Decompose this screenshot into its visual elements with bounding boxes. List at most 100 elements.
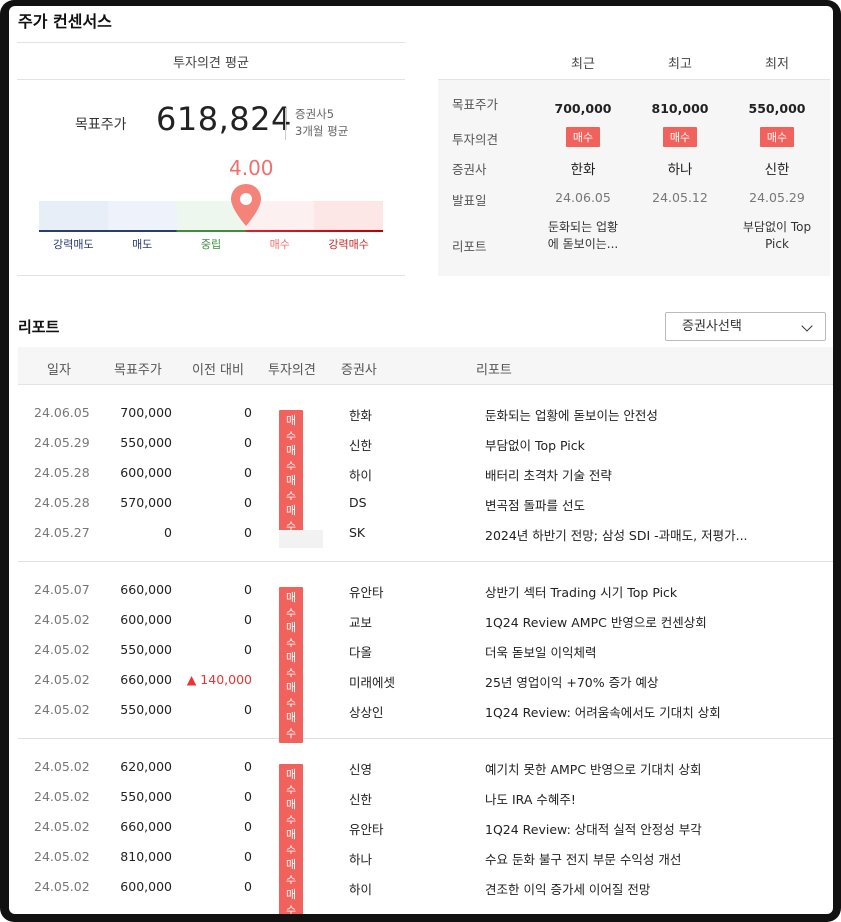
divider <box>17 275 405 276</box>
row-broker: 신한 <box>349 438 373 453</box>
row-broker: 한화 <box>349 408 373 423</box>
row-report-link[interactable]: 더욱 돋보일 이익체력 <box>485 642 596 661</box>
row-date: 24.05.02 <box>34 702 90 717</box>
col-low: 최저 <box>765 57 789 72</box>
row-report-link[interactable]: 25년 영업이익 +70% 증가 예상 <box>485 672 659 691</box>
row-target-price: 660,000 <box>120 672 172 687</box>
row-diff: 0 <box>244 612 252 627</box>
row-label-broker: 증권사 <box>452 162 487 177</box>
broker-select[interactable]: 증권사선택 <box>665 312 826 341</box>
gauge-label: 매도 <box>132 238 153 251</box>
target-price-label: 목표주가 <box>75 117 127 133</box>
table-row[interactable]: 24.05.07 660,000 0 매수 유안타 상반기 섹터 Trading 시기 T… <box>18 575 833 623</box>
group-divider <box>18 738 833 739</box>
table-row[interactable]: 24.05.02 810,000 0 매수 하나 수요 둔화 불구 전지 부문 수익성 개… <box>18 842 833 890</box>
row-report-link[interactable]: 배터리 초격차 기술 전략 <box>485 465 612 484</box>
row-diff: 0 <box>244 879 252 894</box>
row-broker: 신영 <box>349 762 373 777</box>
low-broker: 신한 <box>764 162 790 178</box>
table-row[interactable]: 24.05.28 600,000 0 매수 하이 배터리 초격차 기술 전략 <box>18 458 833 506</box>
table-row[interactable]: 24.05.02 550,000 0 매수 신한 나도 IRA 수혜주! <box>18 782 833 830</box>
row-date: 24.05.02 <box>34 642 90 657</box>
row-date: 24.05.02 <box>34 849 90 864</box>
row-broker: 하이 <box>349 468 373 483</box>
row-diff: 0 <box>244 582 252 597</box>
row-broker: 신한 <box>349 792 373 807</box>
recent-opinion-badge: 매수 <box>565 127 601 147</box>
table-row[interactable]: 24.05.02 600,000 0 매수 하이 견조한 이익 증가세 이어질 전망 <box>18 872 833 914</box>
row-date: 24.05.02 <box>34 612 90 627</box>
row-date: 24.05.28 <box>34 465 90 480</box>
high-date: 24.05.12 <box>652 190 708 205</box>
table-row[interactable]: 24.05.02 660,000 0 매수 유안타 1Q24 Review: 상대적 실적… <box>18 812 833 860</box>
th-report: 리포트 <box>476 363 512 378</box>
row-report-link[interactable]: 부담없이 Top Pick <box>485 435 585 454</box>
row-diff: ▲ 140,000 <box>186 672 252 687</box>
row-report-link[interactable]: 1Q24 Review: 상대적 실적 안정성 부각 <box>485 819 702 838</box>
divider <box>285 108 286 140</box>
row-broker: 미래에셋 <box>349 675 396 690</box>
row-diff: 0 <box>244 819 252 834</box>
col-high: 최고 <box>668 57 692 72</box>
table-row[interactable]: 24.05.29 550,000 0 매수 신한 부담없이 Top Pick <box>18 428 833 476</box>
row-broker: DS <box>349 495 367 510</box>
row-date: 24.05.02 <box>34 789 90 804</box>
recent-report-link[interactable]: 둔화되는 업황 에 돋보이는... <box>533 219 633 253</box>
row-report-link[interactable]: 변곡점 돌파를 선도 <box>485 495 585 514</box>
high-target: 810,000 <box>651 101 709 116</box>
broker-select-label: 증권사선택 <box>682 319 742 334</box>
row-target-price: 600,000 <box>120 612 172 627</box>
table-row[interactable]: 24.05.02 620,000 0 매수 신영 예기치 못한 AMPC 반영으로 기대치… <box>18 752 833 800</box>
row-report-link[interactable]: 예기치 못한 AMPC 반영으로 기대치 상회 <box>485 759 701 778</box>
table-row[interactable]: 24.06.05 700,000 0 매수 한화 둔화되는 업황에 돋보이는 안전성 <box>18 398 833 446</box>
report-line: 에 돋보이는... <box>547 237 619 251</box>
divider <box>17 42 405 43</box>
th-date: 일자 <box>47 363 71 378</box>
gauge-label: 강력매도 <box>53 238 94 251</box>
row-target-price: 660,000 <box>120 582 172 597</box>
row-label-date: 발표일 <box>452 193 487 208</box>
gauge-label: 중립 <box>200 238 222 251</box>
row-diff: 0 <box>244 849 252 864</box>
row-target-price: 600,000 <box>120 879 172 894</box>
high-opinion-badge: 매수 <box>662 127 698 147</box>
row-report-link[interactable]: 견조한 이익 증가세 이어질 전망 <box>485 879 650 898</box>
row-diff: 0 <box>244 525 252 540</box>
report-line: 둔화되는 업황 <box>547 220 619 234</box>
gauge-segment-strong-sell <box>39 201 108 230</box>
divider <box>17 79 405 80</box>
average-period: 3개월 평균 <box>295 124 349 138</box>
row-target-price: 0 <box>164 525 172 540</box>
row-date: 24.05.02 <box>34 819 90 834</box>
row-label-opinion: 투자의견 <box>452 132 499 147</box>
low-opinion-badge: 매수 <box>759 127 795 147</box>
row-report-link[interactable]: 둔화되는 업황에 돋보이는 안전성 <box>485 405 658 424</box>
row-report-link[interactable]: 1Q24 Review AMPC 반영으로 컨센상회 <box>485 612 707 631</box>
low-report-link[interactable]: 부담없이 Top Pick <box>727 219 827 253</box>
recent-date: 24.06.05 <box>555 190 611 205</box>
row-report-link[interactable]: 1Q24 Review: 어려움속에서도 기대치 상회 <box>485 702 721 721</box>
table-row[interactable]: 24.05.02 660,000 ▲ 140,000 매수 미래에셋 25년 영업이익 +… <box>18 665 833 713</box>
row-report-link[interactable]: 수요 둔화 불구 전지 부문 수익성 개선 <box>485 849 681 868</box>
row-target-price: 810,000 <box>120 849 172 864</box>
row-report-link[interactable]: 2024년 하반기 전망; 삼성 SDI -과매도, 저평가... <box>485 525 748 544</box>
row-report-link[interactable]: 상반기 섹터 Trading 시기 Top Pick <box>485 582 677 601</box>
report-line: 부담없이 Top <box>742 220 812 234</box>
page-title: 주가 컨센서스 <box>18 12 112 31</box>
opinion-average-heading: 투자의견 평균 <box>173 56 249 71</box>
row-broker: SK <box>349 525 366 540</box>
row-report-link[interactable]: 나도 IRA 수혜주! <box>485 789 576 808</box>
table-row[interactable]: 24.05.28 570,000 0 매수 DS 변곡점 돌파를 선도 <box>18 488 833 536</box>
row-label-report: 리포트 <box>452 239 487 254</box>
table-row[interactable]: 24.05.02 550,000 0 매수 다올 더욱 돋보일 이익체력 <box>18 635 833 683</box>
th-opinion: 투자의견 <box>268 363 316 378</box>
row-date: 24.05.27 <box>34 525 90 540</box>
target-price-value: 618,824 <box>156 100 292 138</box>
table-row[interactable]: 24.05.27 0 0 SK 2024년 하반기 전망; 삼성 SDI -과매도, 저… <box>18 518 833 548</box>
row-date: 24.05.07 <box>34 582 90 597</box>
table-row[interactable]: 24.05.02 600,000 0 매수 교보 1Q24 Review AMPC 반영으… <box>18 605 833 653</box>
row-target-price: 700,000 <box>120 405 172 420</box>
row-target-price: 660,000 <box>120 819 172 834</box>
table-row[interactable]: 24.05.02 550,000 0 매수 상상인 1Q24 Review: 어려움속에서… <box>18 695 833 743</box>
low-target: 550,000 <box>748 101 806 116</box>
